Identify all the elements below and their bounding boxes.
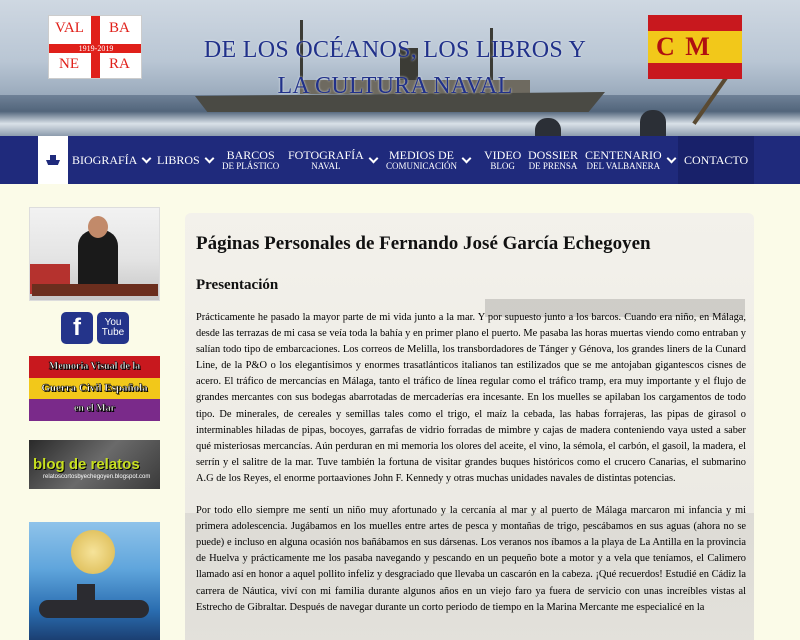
blog-url: relatoscortosbyechegoyen.blogspot.com [43,474,151,480]
nav-biografia[interactable]: BIOGRAFÍA [72,136,152,184]
nav-contacto[interactable]: CONTACTO [678,136,755,184]
logo-text: NE [59,56,79,72]
nav-libros[interactable]: LIBROS [157,136,215,184]
logo-years: 1919-2019 [78,44,114,53]
nav-dossier-prensa[interactable]: DOSSIER DE PRENSA [528,136,578,184]
logo-text: RA [109,56,130,72]
cm-flag-logo[interactable]: C M [648,15,742,79]
nav-centenario-valbanera[interactable]: CENTENARIO DEL VALBANERA [585,136,677,184]
submarine-banner[interactable] [29,522,160,640]
blog-title: blog de relatos [33,456,140,473]
chevron-down-icon [204,153,215,163]
memoria-visual-banner[interactable]: Memoria Visual de la Guerra Civil Españo… [29,356,160,421]
valbanera-logo[interactable]: VAL BA NE RA 1919-2019 [48,15,142,79]
chevron-down-icon [461,153,472,163]
facebook-icon[interactable]: f [61,312,93,344]
nav-barcos-plastico[interactable]: BARCOS DE PLÁSTICO [222,136,279,184]
chevron-down-icon [141,153,152,163]
site-title: DE LOS OCÉANOS, LOS LIBROS Y LA CULTURA … [170,32,620,104]
section-title: Presentación [196,277,279,293]
author-photo [29,207,160,301]
page-title: Páginas Personales de Fernando José Garc… [196,233,651,254]
ship-icon [46,155,60,165]
site-title-line2: LA CULTURA NAVAL [277,73,513,99]
main-nav: BIOGRAFÍA LIBROS BARCOS DE PLÁSTICO FOTOG… [0,136,800,184]
sailor-figure [640,110,666,136]
chevron-down-icon [666,153,677,163]
sailor-figure [535,118,561,136]
logo-text: VAL [55,20,84,36]
paragraph: Por todo ello siempre me sentí un niño m… [196,505,746,613]
memoria-line3: en el Mar [73,403,116,414]
content-panel: Páginas Personales de Fernando José Garc… [185,213,754,640]
logo-text: BA [109,20,130,36]
chevron-down-icon [368,153,379,163]
nav-fotografia-naval[interactable]: FOTOGRAFÍA NAVAL [288,136,379,184]
site-title-line1: DE LOS OCÉANOS, LOS LIBROS Y [203,37,587,63]
article-body: Prácticamente he pasado la mayor parte d… [196,310,746,632]
nav-medios-comunicacion[interactable]: MEDIOS DE COMUNICACIÓN [386,136,472,184]
nav-video-blog[interactable]: VIDEO BLOG [484,136,521,184]
home-button[interactable] [38,136,68,184]
header-banner: VAL BA NE RA 1919-2019 DE LOS OCÉANOS, L… [0,0,800,136]
memoria-line2: Guerra Civil Española [41,382,148,394]
blog-relatos-banner[interactable]: blog de relatos relatoscortosbyechegoyen… [29,440,160,489]
youtube-icon[interactable]: You Tube [97,312,129,344]
paragraph: Prácticamente he pasado la mayor parte d… [196,312,746,484]
memoria-line1: Memoria Visual de la [48,361,141,372]
flag-emblem: C M [656,32,712,61]
